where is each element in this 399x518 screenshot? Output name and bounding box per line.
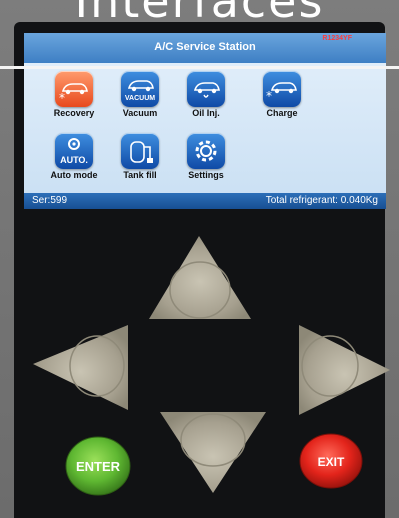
up-arrow-button[interactable]: [149, 236, 251, 319]
exit-button[interactable]: EXIT: [299, 433, 363, 489]
exit-label: EXIT: [318, 455, 345, 469]
left-arrow-button[interactable]: [33, 325, 128, 410]
down-arrow-button[interactable]: [160, 412, 266, 493]
keypad: ENTER EXIT: [33, 236, 390, 496]
enter-button[interactable]: ENTER: [65, 436, 131, 496]
enter-label: ENTER: [76, 459, 121, 474]
right-arrow-button[interactable]: [299, 325, 390, 415]
page: Interfaces A/C Service Station R1234YF *…: [0, 0, 399, 518]
